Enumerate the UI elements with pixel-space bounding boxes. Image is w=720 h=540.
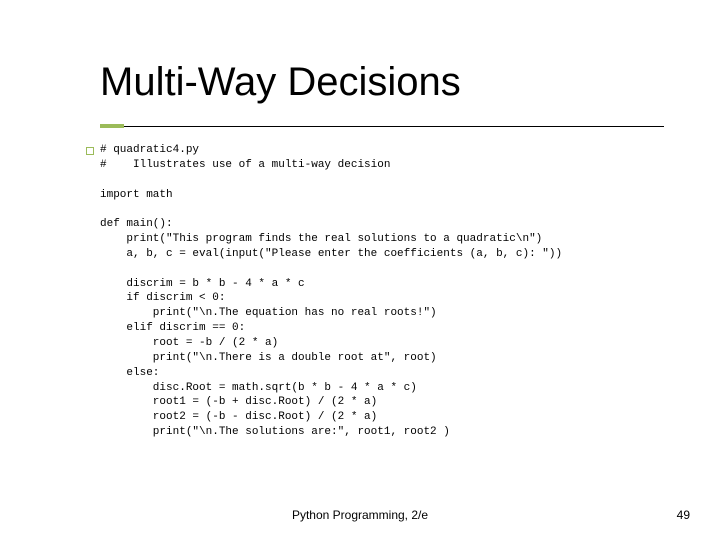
footer-page-number: 49 [677, 508, 690, 522]
footer-book-title: Python Programming, 2/e [0, 508, 720, 522]
slide: Multi-Way Decisions # quadratic4.py # Il… [0, 0, 720, 540]
slide-title: Multi-Way Decisions [100, 60, 720, 105]
code-block: # quadratic4.py # Illustrates use of a m… [100, 143, 720, 440]
body-content: # quadratic4.py # Illustrates use of a m… [100, 143, 720, 440]
bullet-icon [86, 147, 94, 155]
title-accent-bar [100, 124, 124, 128]
title-underline [124, 126, 664, 127]
